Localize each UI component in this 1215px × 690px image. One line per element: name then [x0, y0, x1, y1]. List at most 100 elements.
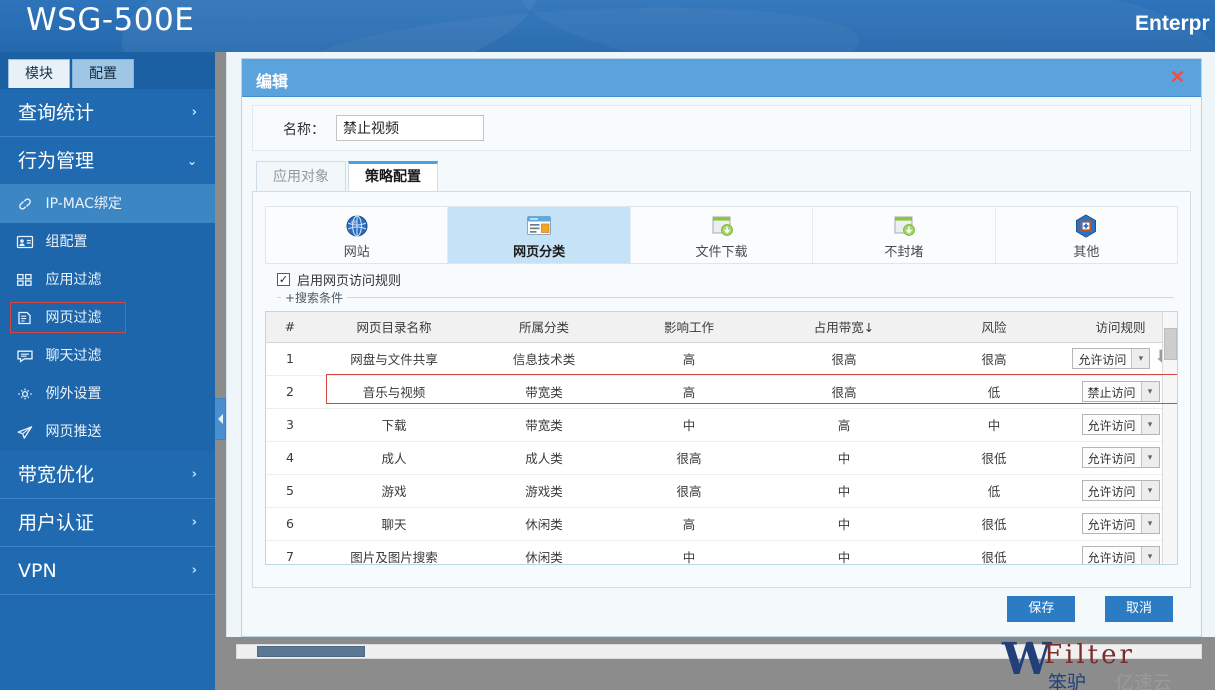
access-rule-select[interactable]: 允许访问 ▾	[1081, 546, 1160, 564]
page-horizontal-scrollbar[interactable]	[236, 644, 1202, 659]
checkbox-icon[interactable]: ✓	[277, 273, 290, 286]
sidebar-item-ip-mac-binding[interactable]: IP-MAC绑定	[0, 185, 215, 223]
col-access-rule[interactable]: 访问规则	[1064, 312, 1177, 343]
id-card-icon	[16, 226, 36, 249]
table-row[interactable]: 1 网盘与文件共享 信息技术类 高 很高 很高 允许访问 ▾	[266, 342, 1177, 376]
tab-apply-target[interactable]: 应用对象	[256, 161, 346, 192]
sidebar-group-query-stats[interactable]: 查询统计 ›	[0, 89, 215, 137]
cell-access-rule: 允许访问 ▾ ⬇	[1064, 342, 1177, 376]
cell-access-rule: 允许访问 ▾	[1064, 441, 1177, 475]
sidebar-group-behavior-mgmt[interactable]: 行为管理 ⌄	[0, 137, 215, 185]
category-icon-tabs: 网站 网页分类 文件下载 不封堵 其他	[265, 206, 1178, 264]
save-button[interactable]: 保存	[1007, 596, 1076, 622]
sidebar-group-bandwidth-opt[interactable]: 带宽优化 ›	[0, 451, 215, 499]
sidebar-item-group-config[interactable]: 组配置	[0, 223, 215, 261]
access-rule-select[interactable]: 允许访问 ▾	[1081, 480, 1160, 501]
sidebar-group-label: 带宽优化	[18, 464, 95, 486]
icon-tab-file-download[interactable]: 文件下载	[631, 207, 814, 263]
chevron-down-icon: ▾	[1140, 481, 1159, 500]
access-rule-select[interactable]: 允许访问 ▾	[1081, 513, 1160, 534]
cell-index: 4	[266, 441, 314, 475]
sidebar-item-web-push[interactable]: 网页推送	[0, 413, 215, 451]
tab-policy-config[interactable]: 策略配置	[348, 161, 438, 192]
sidebar-group-user-auth[interactable]: 用户认证 ›	[0, 499, 215, 547]
access-rule-select[interactable]: 允许访问 ▾	[1072, 348, 1151, 369]
dialog-tabstrip: 应用对象 策略配置	[256, 161, 1201, 192]
sidebar-collapse-handle[interactable]	[215, 398, 226, 440]
sidebar-tabstrip: 模块 配置	[0, 52, 215, 89]
icon-tab-label: 网站	[343, 245, 370, 260]
icon-tab-other[interactable]: 其他	[996, 207, 1177, 263]
sidebar-item-label: 网页过滤	[45, 310, 102, 326]
icon-tab-web-category[interactable]: 网页分类	[448, 207, 631, 263]
sidebar-item-chat-filter[interactable]: 聊天过滤	[0, 337, 215, 375]
hexagon-plus-icon	[996, 212, 1177, 240]
cell-bandwidth: 很高	[764, 342, 924, 376]
enable-web-rule-row[interactable]: ✓ 启用网页访问规则	[277, 270, 1190, 289]
name-field-panel: 名称：	[252, 105, 1191, 151]
col-risk[interactable]: 风险	[924, 312, 1064, 343]
sidebar-item-label: 例外设置	[45, 386, 102, 402]
cell-work-impact: 中	[614, 408, 764, 442]
sidebar-item-web-filter[interactable]: 网页过滤	[0, 299, 215, 337]
col-category[interactable]: 所属分类	[474, 312, 614, 343]
sidebar-item-exception-settings[interactable]: 例外设置	[0, 375, 215, 413]
cell-risk: 很高	[924, 342, 1064, 376]
legend-divider	[277, 297, 1174, 298]
access-rule-value: 允许访问	[1087, 452, 1136, 466]
close-icon[interactable]: ✕	[1170, 67, 1185, 87]
chevron-left-icon	[217, 414, 223, 424]
icon-tab-website[interactable]: 网站	[266, 207, 449, 263]
gear-icon	[16, 378, 36, 400]
col-index[interactable]: #	[266, 312, 314, 343]
cell-category: 带宽类	[474, 408, 614, 442]
grid-icon	[16, 264, 36, 286]
sidebar-tab-config[interactable]: 配置	[72, 59, 134, 88]
cell-name: 图片及图片搜索	[314, 540, 474, 564]
access-rule-select[interactable]: 允许访问 ▾	[1081, 414, 1160, 435]
scrollbar-thumb[interactable]	[1164, 328, 1177, 360]
sidebar-item-app-filter[interactable]: 应用过滤	[0, 261, 215, 299]
table-vertical-scrollbar[interactable]: ⌃ ⌄	[1162, 312, 1177, 564]
cell-name: 网盘与文件共享	[314, 342, 474, 376]
icon-tab-no-block[interactable]: 不封堵	[813, 207, 996, 263]
name-label: 名称：	[283, 122, 325, 138]
sidebar-item-label: IP-MAC绑定	[45, 196, 122, 212]
sidebar-submenu: IP-MAC绑定 组配置 应用过滤 网页过滤 聊天过滤 例外设置 网页推送	[0, 185, 215, 451]
access-rule-select[interactable]: 禁止访问 ▾	[1081, 381, 1160, 402]
cell-access-rule: 允许访问 ▾	[1064, 408, 1177, 442]
sidebar-group-label: 查询统计	[18, 102, 95, 124]
scrollbar-thumb[interactable]	[257, 646, 365, 657]
sidebar-tab-modules[interactable]: 模块	[8, 59, 70, 88]
access-rule-select[interactable]: 允许访问 ▾	[1081, 447, 1160, 468]
app-root: WSG-500E Enterpr 模块 配置 查询统计 › 行为管理 ⌄ IP-M…	[0, 0, 1215, 690]
icon-tab-label: 网页分类	[513, 245, 566, 260]
dialog-footer: 保存 取消	[242, 596, 1201, 626]
cell-risk: 很低	[924, 441, 1064, 475]
cancel-button[interactable]: 取消	[1105, 596, 1173, 622]
cell-index: 2	[266, 375, 314, 409]
cell-access-rule: 允许访问 ▾	[1064, 540, 1177, 564]
search-conditions-legend[interactable]: +搜索条件	[277, 289, 1174, 306]
cell-work-impact: 高	[614, 342, 764, 376]
col-work-impact[interactable]: 影响工作	[614, 312, 764, 343]
table-row[interactable]: 3 下载 带宽类 中 高 中 允许访问 ▾	[266, 408, 1177, 442]
chevron-down-icon: ▾	[1140, 448, 1159, 467]
col-bandwidth[interactable]: 占用带宽↓	[764, 312, 924, 343]
cell-category: 成人类	[474, 441, 614, 475]
chevron-down-icon: ⌄	[186, 154, 197, 168]
cell-work-impact: 高	[614, 507, 764, 541]
table-row[interactable]: 6 聊天 休闲类 高 中 很低 允许访问 ▾	[266, 507, 1177, 541]
chevron-down-icon: ▾	[1140, 547, 1159, 564]
table-row[interactable]: 4 成人 成人类 很高 中 很低 允许访问 ▾	[266, 441, 1177, 475]
cell-index: 1	[266, 342, 314, 376]
sidebar-group-label: 用户认证	[18, 512, 95, 534]
cell-bandwidth: 中	[764, 474, 924, 508]
table-row[interactable]: 5 游戏 游戏类 很高 中 低 允许访问 ▾	[266, 474, 1177, 508]
dialog-title: 编辑	[256, 72, 289, 91]
col-name[interactable]: 网页目录名称	[314, 312, 474, 343]
name-input[interactable]	[336, 115, 484, 141]
table-row[interactable]: 2 音乐与视频 带宽类 高 很高 低 禁止访问 ▾	[266, 375, 1177, 409]
sidebar-group-vpn[interactable]: VPN ›	[0, 547, 215, 595]
table-row[interactable]: 7 图片及图片搜索 休闲类 中 中 很低 允许访问 ▾	[266, 540, 1177, 564]
